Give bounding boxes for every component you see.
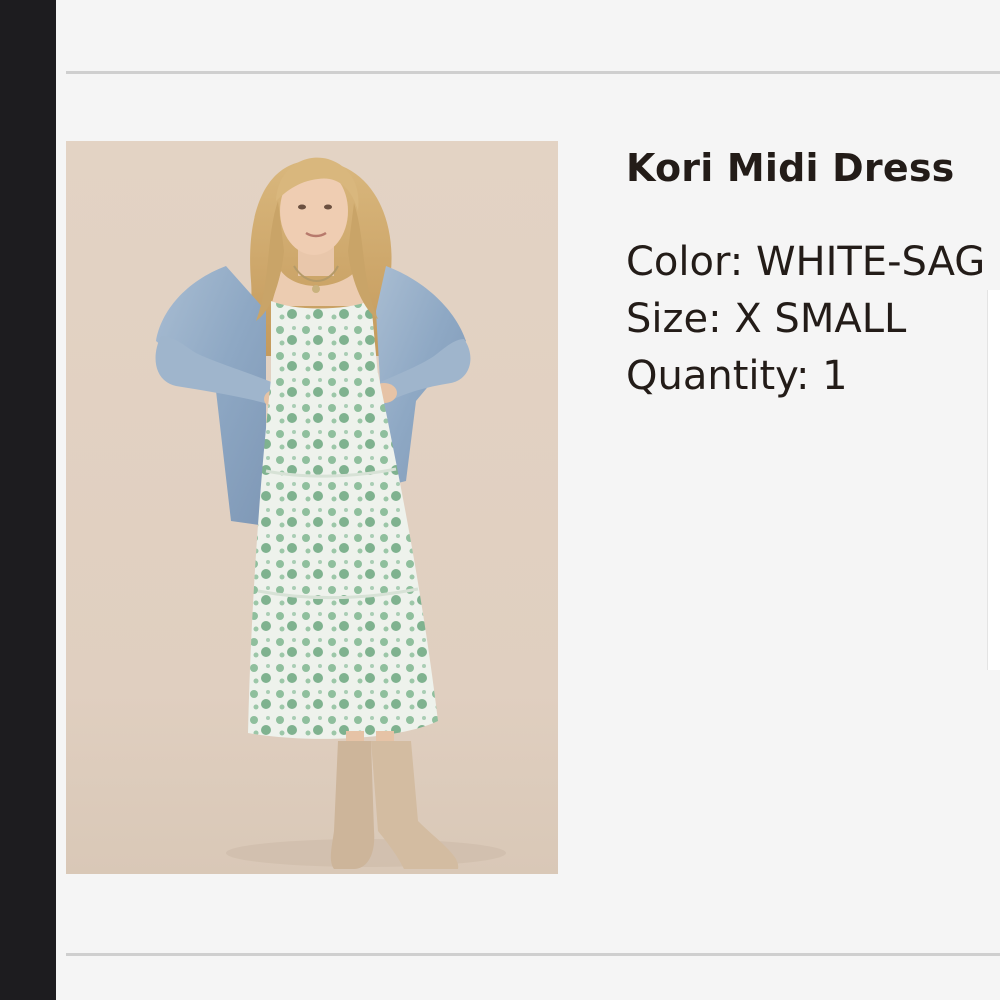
top-divider [66, 71, 1000, 74]
size-detail: Size: X SMALL [626, 296, 906, 342]
color-label: Color: [626, 239, 744, 285]
size-value: X SMALL [734, 296, 907, 342]
product-title[interactable]: Kori Midi Dress [626, 146, 954, 190]
quantity-value: 1 [822, 353, 848, 399]
product-photo-illustration [66, 141, 558, 874]
bottom-divider [66, 953, 1000, 956]
quantity-label: Quantity: [626, 353, 810, 399]
size-label: Size: [626, 296, 722, 342]
side-panel-edge [987, 290, 1000, 670]
color-value: WHITE-SAG [755, 239, 986, 285]
quantity-detail: Quantity: 1 [626, 353, 848, 399]
product-image[interactable] [66, 141, 558, 874]
left-edge-bar [0, 0, 56, 1000]
color-detail: Color: WHITE-SAG [626, 239, 985, 285]
